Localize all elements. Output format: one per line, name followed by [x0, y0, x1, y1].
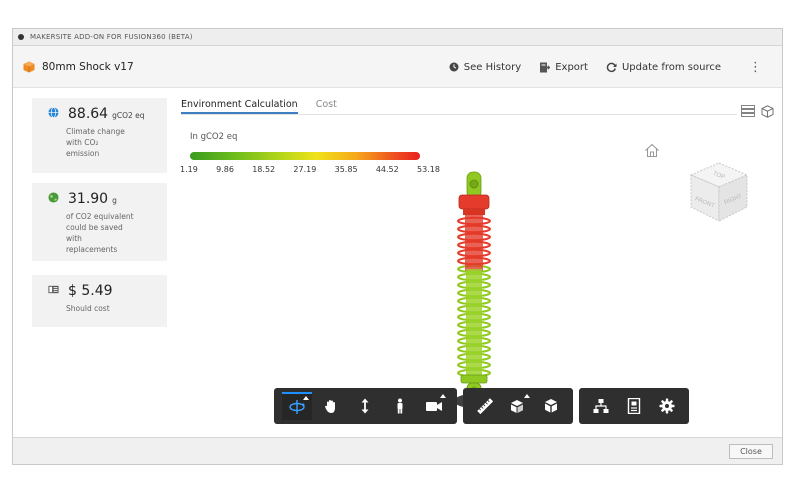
camera-dropdown-icon[interactable] [439, 394, 446, 398]
settings-icon [659, 398, 675, 414]
settings-button[interactable] [652, 392, 682, 420]
climate-desc-line: emission [66, 149, 100, 158]
zoom-icon [361, 398, 369, 414]
window-dot-icon [18, 34, 24, 40]
legend-tick: 1.19 [180, 165, 198, 174]
export-icon [540, 62, 551, 72]
orbit-icon [289, 400, 306, 414]
export-label: Export [555, 61, 588, 73]
legend-tick: 44.52 [375, 165, 399, 174]
savings-desc-line: could be saved [66, 223, 123, 232]
camera-icon [425, 402, 442, 411]
walk-icon [397, 398, 403, 414]
savings-unit: g [112, 196, 117, 205]
explode-dropdown-icon[interactable] [523, 394, 530, 398]
measure-button[interactable] [470, 392, 500, 420]
legend-tick: 35.85 [334, 165, 358, 174]
properties-icon [627, 398, 641, 414]
see-history-button[interactable]: See History [449, 62, 521, 73]
savings-description: of CO2 equivalent could be saved with re… [66, 211, 161, 255]
savings-desc-line: of CO2 equivalent [66, 212, 134, 221]
globe-icon [48, 107, 59, 118]
tools-toolbar [463, 388, 573, 424]
view-cube[interactable]: TOP FRONT RIGHT [685, 159, 753, 231]
dialog-footer: Close [13, 437, 782, 464]
cost-description: Should cost [66, 304, 110, 313]
climate-description: Climate change with CO₂ emission [66, 126, 161, 159]
climate-value: 88.64 [68, 106, 109, 122]
legend-tick: 18.52 [252, 165, 276, 174]
shock-absorber-model[interactable] [439, 169, 519, 411]
climate-desc-line: with CO₂ [66, 138, 99, 147]
navigation-toolbar [274, 388, 457, 424]
model-tree-button[interactable] [586, 392, 616, 420]
explode-button[interactable] [503, 392, 533, 420]
project-header: 80mm Shock v17 See History Export Update… [13, 46, 782, 88]
export-button[interactable]: Export [539, 62, 588, 73]
legend-tick: 53.18 [417, 165, 440, 174]
header-actions: See History Export Update from source ⋮ [449, 46, 762, 88]
model-tree-icon [593, 399, 609, 413]
home-view-icon[interactable] [644, 143, 660, 158]
savings-desc-line: with [66, 234, 82, 243]
3d-view-icon[interactable] [761, 105, 774, 118]
co2-savings-card: 31.90 g of CO2 equivalent could be saved… [32, 183, 167, 261]
clock-icon [449, 62, 459, 72]
climate-value-row: 88.64 gCO2 eq [48, 106, 161, 122]
section-button[interactable] [536, 392, 566, 420]
legend-color-scale [190, 152, 420, 160]
savings-value-row: 31.90 g [48, 191, 161, 207]
legend-ticks: 1.19 9.86 18.52 27.19 35.85 44.52 53.18 [180, 165, 440, 174]
more-options-icon[interactable]: ⋮ [749, 60, 762, 75]
refresh-icon [606, 62, 617, 72]
update-from-source-button[interactable]: Update from source [606, 62, 721, 73]
legend-tick: 27.19 [293, 165, 317, 174]
climate-change-card: 88.64 gCO2 eq Climate change with CO₂ em… [32, 98, 167, 173]
should-cost-card: $ 5.49 Should cost [32, 275, 167, 327]
project-name: 80mm Shock v17 [42, 60, 134, 73]
zoom-button[interactable] [350, 392, 380, 420]
earth-icon [48, 192, 59, 203]
money-icon [48, 285, 59, 294]
see-history-label: See History [463, 61, 522, 73]
pan-icon [325, 400, 336, 413]
window-titlebar: MAKERSITE ADD-ON FOR FUSION360 (BETA) [13, 29, 782, 46]
view-mode-icons [741, 105, 774, 118]
pan-button[interactable] [316, 392, 346, 420]
camera-button[interactable] [419, 392, 449, 420]
tab-cost[interactable]: Cost [316, 93, 337, 114]
cost-value: $ 5.49 [68, 283, 113, 299]
legend-tick: 9.86 [216, 165, 234, 174]
savings-value: 31.90 [68, 191, 109, 207]
update-label: Update from source [621, 61, 721, 73]
climate-desc-line: Climate change [66, 127, 125, 136]
view-tabs: Environment Calculation Cost [181, 93, 737, 115]
properties-button[interactable] [619, 392, 649, 420]
main-content: 88.64 gCO2 eq Climate change with CO₂ em… [13, 89, 782, 438]
panels-toolbar [579, 388, 689, 424]
list-view-icon[interactable] [741, 105, 755, 117]
cost-value-row: $ 5.49 [48, 283, 161, 299]
orbit-button[interactable] [282, 392, 313, 420]
savings-desc-line: replacements [66, 245, 118, 254]
legend-title: In gCO2 eq [190, 132, 238, 142]
orbit-dropdown-icon[interactable] [303, 396, 310, 400]
close-button[interactable]: Close [729, 444, 773, 459]
measure-icon [477, 398, 494, 414]
walk-button[interactable] [385, 392, 415, 420]
climate-unit: gCO2 eq [112, 111, 145, 120]
project-title: 80mm Shock v17 [23, 61, 134, 73]
explode-icon [510, 400, 523, 413]
component-box-icon [23, 61, 35, 72]
window-title: MAKERSITE ADD-ON FOR FUSION360 (BETA) [30, 33, 193, 41]
section-icon [544, 399, 557, 413]
addon-window: MAKERSITE ADD-ON FOR FUSION360 (BETA) 80… [12, 28, 783, 465]
tab-environment-calculation[interactable]: Environment Calculation [181, 93, 298, 114]
